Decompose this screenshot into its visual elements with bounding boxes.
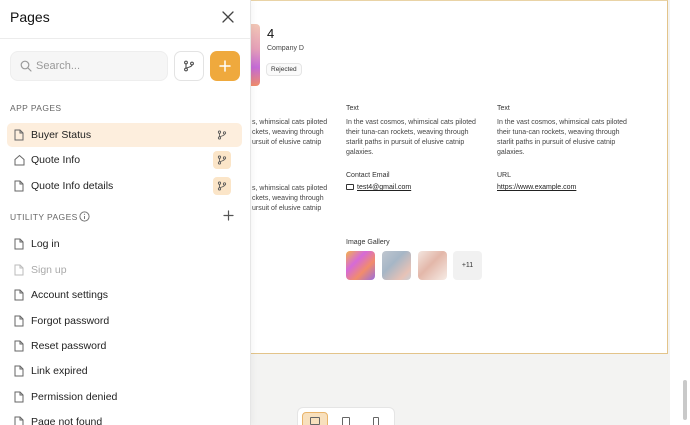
field-label-url: URL [497, 172, 512, 179]
page-item-label: Forgot password [31, 315, 110, 327]
field-label-image-gallery: Image Gallery [346, 239, 390, 246]
url-link[interactable]: https://www.example.com [497, 184, 576, 191]
file-icon [14, 264, 24, 276]
home-icon [14, 154, 25, 166]
file-icon [14, 416, 24, 425]
add-page-button[interactable] [210, 51, 240, 81]
gallery-image-3[interactable] [418, 251, 447, 280]
file-icon [14, 289, 24, 301]
page-item-label: Buyer Status [31, 129, 92, 141]
file-icon [14, 238, 24, 250]
add-utility-page-icon[interactable] [223, 210, 234, 221]
page-item-label: Permission denied [31, 391, 118, 403]
branch-icon [217, 181, 227, 191]
page-item-quote-info-details[interactable]: Quote Info details [7, 174, 242, 198]
file-icon [14, 340, 24, 352]
page-item-sign-up[interactable]: Sign up [7, 258, 242, 282]
page-item-log-in[interactable]: Log in [7, 232, 242, 256]
contact-email-value: test4@gmail.com [357, 184, 412, 191]
field-label-text-2: Text [497, 105, 510, 112]
page-branch-button[interactable] [213, 177, 231, 195]
file-icon [14, 315, 24, 327]
page-item-link-expired[interactable]: Link expired [7, 359, 242, 383]
gallery-image-2[interactable] [382, 251, 411, 280]
app-pages-section-label: APP PAGES [10, 103, 62, 113]
page-branch-button[interactable] [213, 126, 231, 144]
pages-panel: Pages APP PAGES Buyer Status Quote Info … [0, 0, 251, 425]
panel-divider [0, 38, 250, 39]
file-icon [14, 129, 24, 141]
page-item-quote-info[interactable]: Quote Info [7, 148, 242, 172]
page-item-label: Sign up [31, 264, 67, 276]
mobile-view-button[interactable] [363, 412, 389, 425]
contact-email-link[interactable]: test4@gmail.com [346, 184, 411, 191]
field-value-text: In the vast cosmos, whimsical cats pilot… [346, 119, 476, 156]
status-badge: Rejected [266, 63, 302, 76]
plus-icon [219, 60, 231, 72]
page-item-label: Link expired [31, 365, 88, 377]
page-item-label: Reset password [31, 340, 107, 352]
page-item-account-settings[interactable]: Account settings [7, 283, 242, 307]
close-button[interactable] [219, 8, 237, 26]
panel-title: Pages [10, 9, 50, 25]
gallery-more-button[interactable]: +11 [453, 251, 482, 280]
record-title: 4 [267, 26, 275, 41]
record-thumbnail [250, 24, 260, 86]
record-company: Company D [267, 45, 304, 52]
search-box [10, 51, 168, 81]
field-text-partial-2: s, whimsical cats piloted ckets, weaving… [252, 185, 328, 212]
gallery-image-1[interactable] [346, 251, 375, 280]
close-icon [222, 11, 234, 23]
page-item-label: Quote Info details [31, 180, 114, 192]
page-item-label: Page not found [31, 416, 103, 425]
search-icon [20, 60, 32, 72]
field-label-text: Text [346, 105, 359, 112]
branch-icon [217, 130, 227, 140]
canvas-scrollbar[interactable] [683, 380, 687, 420]
page-preview-frame [236, 0, 668, 354]
canvas-right-edge [670, 0, 690, 425]
desktop-view-button[interactable] [302, 412, 328, 425]
field-text-partial-1: s, whimsical cats piloted ckets, weaving… [252, 119, 328, 146]
branch-button[interactable] [174, 51, 204, 81]
info-icon[interactable] [79, 211, 90, 222]
field-value-text-2: In the vast cosmos, whimsical cats pilot… [497, 119, 627, 156]
view-toolbar [297, 407, 395, 425]
file-icon [14, 365, 24, 377]
branch-icon [184, 60, 194, 72]
page-item-forgot-password[interactable]: Forgot password [7, 309, 242, 333]
tablet-icon [342, 416, 350, 425]
mail-icon [346, 184, 354, 190]
page-item-label: Quote Info [31, 154, 81, 166]
page-item-page-not-found[interactable]: Page not found [7, 410, 242, 425]
file-icon [14, 391, 24, 403]
page-branch-button[interactable] [213, 151, 231, 169]
page-item-label: Log in [31, 238, 60, 250]
branch-icon [217, 155, 227, 165]
page-item-buyer-status[interactable]: Buyer Status [7, 123, 242, 147]
page-item-permission-denied[interactable]: Permission denied [7, 385, 242, 409]
page-item-reset-password[interactable]: Reset password [7, 334, 242, 358]
field-label-contact-email: Contact Email [346, 172, 390, 179]
tablet-view-button[interactable] [333, 412, 359, 425]
search-input[interactable] [36, 52, 164, 80]
desktop-icon [310, 417, 320, 425]
page-item-label: Account settings [31, 289, 109, 301]
file-icon [14, 180, 24, 192]
mobile-icon [373, 416, 379, 425]
utility-pages-section-label: UTILITY PAGES [10, 212, 78, 222]
